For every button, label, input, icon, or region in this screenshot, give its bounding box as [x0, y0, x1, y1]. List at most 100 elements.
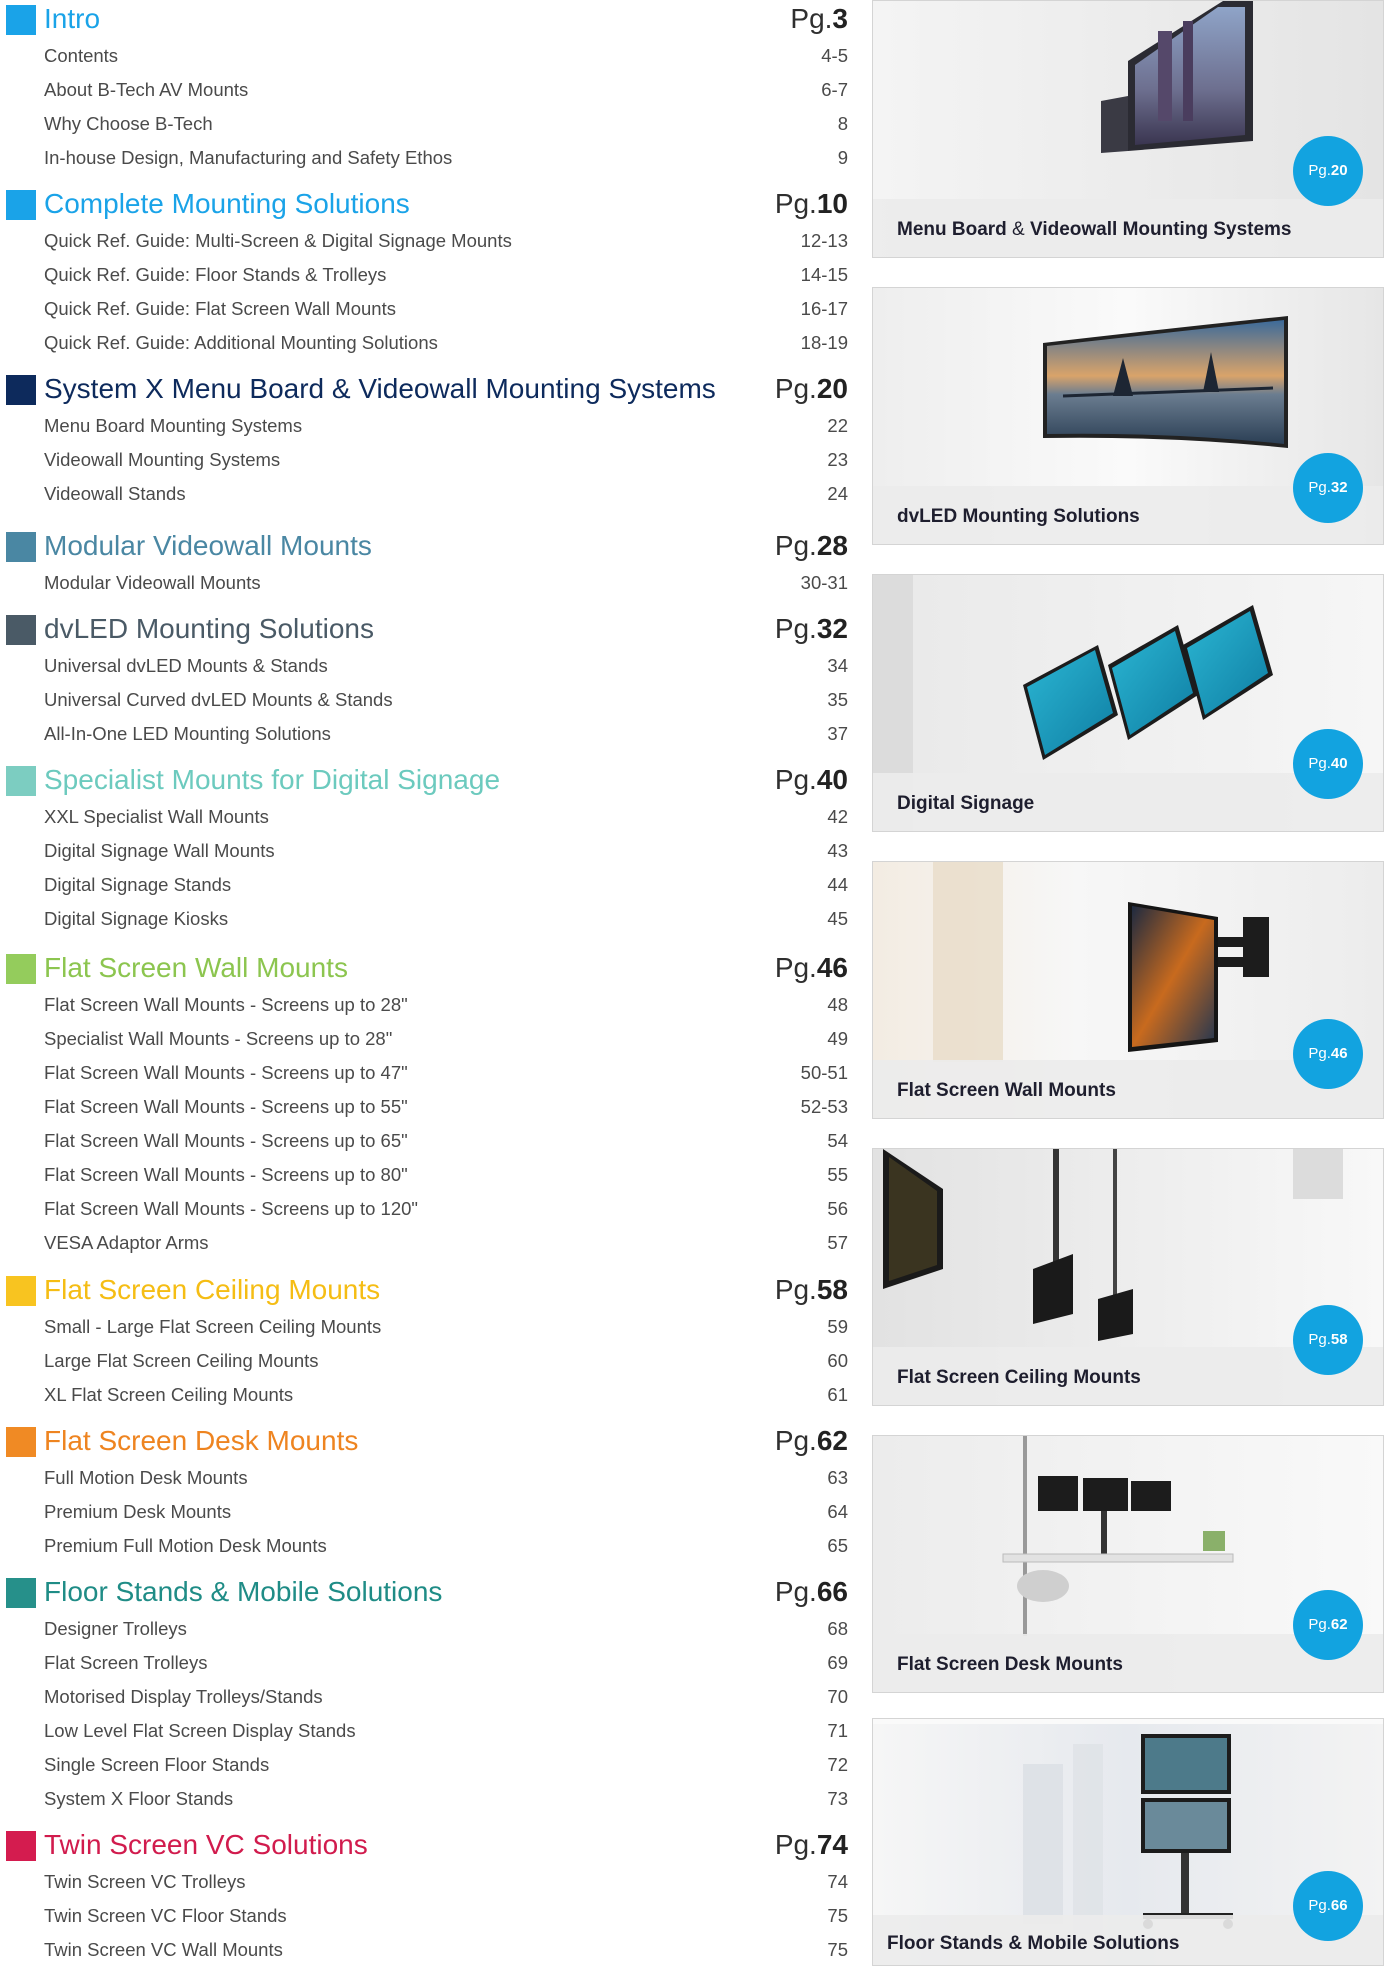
toc-entry[interactable]: Flat Screen Wall Mounts - Screens up to … — [0, 1089, 850, 1123]
toc-entry[interactable]: Flat Screen Wall Mounts - Screens up to … — [0, 1157, 850, 1191]
toc-entry[interactable]: In-house Design, Manufacturing and Safet… — [0, 140, 850, 174]
toc-entry[interactable]: Quick Ref. Guide: Multi-Screen & Digital… — [0, 223, 850, 257]
section-title[interactable]: Flat Screen Wall Mounts — [44, 951, 348, 985]
toc-entry-label[interactable]: Flat Screen Wall Mounts - Screens up to … — [44, 1130, 408, 1152]
toc-entry-label[interactable]: Universal dvLED Mounts & Stands — [44, 655, 328, 677]
toc-entry[interactable]: Quick Ref. Guide: Additional Mounting So… — [0, 325, 850, 359]
card-flat-screen-desk-mounts[interactable]: Flat Screen Desk Mounts Pg.62 — [872, 1435, 1384, 1693]
toc-entry[interactable]: Videowall Mounting Systems 23 — [0, 442, 850, 476]
toc-entry[interactable]: Universal Curved dvLED Mounts & Stands 35 — [0, 682, 850, 716]
toc-entry[interactable]: Flat Screen Wall Mounts - Screens up to … — [0, 1055, 850, 1089]
toc-entry-label[interactable]: Flat Screen Trolleys — [44, 1652, 207, 1674]
toc-section-heading[interactable]: Modular Videowall Mounts Pg.28 — [0, 527, 850, 565]
toc-entry-label[interactable]: Quick Ref. Guide: Additional Mounting So… — [44, 332, 438, 354]
toc-entry[interactable]: Small - Large Flat Screen Ceiling Mounts… — [0, 1309, 850, 1343]
section-title[interactable]: System X Menu Board & Videowall Mounting… — [44, 372, 716, 406]
toc-section-heading[interactable]: System X Menu Board & Videowall Mounting… — [0, 370, 850, 408]
toc-entry-label[interactable]: Quick Ref. Guide: Flat Screen Wall Mount… — [44, 298, 396, 320]
toc-entry-label[interactable]: Premium Full Motion Desk Mounts — [44, 1535, 327, 1557]
card-floor-stands-mobile[interactable]: Floor Stands & Mobile Solutions Pg.66 — [872, 1718, 1384, 1966]
toc-entry-label[interactable]: Menu Board Mounting Systems — [44, 415, 302, 437]
toc-section-heading[interactable]: Flat Screen Wall Mounts Pg.46 — [0, 949, 850, 987]
card-flat-screen-wall-mounts[interactable]: Flat Screen Wall Mounts Pg.46 — [872, 861, 1384, 1119]
page-badge[interactable]: Pg.20 — [1293, 136, 1363, 206]
toc-entry-label[interactable]: Twin Screen VC Floor Stands — [44, 1905, 287, 1927]
toc-section-heading[interactable]: Flat Screen Ceiling Mounts Pg.58 — [0, 1271, 850, 1309]
page-badge[interactable]: Pg.46 — [1293, 1019, 1363, 1089]
toc-entry[interactable]: Digital Signage Stands 44 — [0, 867, 850, 901]
toc-entry[interactable]: Large Flat Screen Ceiling Mounts 60 — [0, 1343, 850, 1377]
page-badge[interactable]: Pg.66 — [1293, 1871, 1363, 1941]
toc-entry[interactable]: Digital Signage Wall Mounts 43 — [0, 833, 850, 867]
section-title[interactable]: Flat Screen Ceiling Mounts — [44, 1273, 380, 1307]
toc-section-heading[interactable]: Complete Mounting Solutions Pg.10 — [0, 185, 850, 223]
toc-entry-label[interactable]: Why Choose B-Tech — [44, 113, 213, 135]
toc-entry[interactable]: Quick Ref. Guide: Floor Stands & Trolley… — [0, 257, 850, 291]
toc-entry-label[interactable]: All-In-One LED Mounting Solutions — [44, 723, 331, 745]
toc-entry-label[interactable]: Quick Ref. Guide: Floor Stands & Trolley… — [44, 264, 386, 286]
toc-entry-label[interactable]: Low Level Flat Screen Display Stands — [44, 1720, 356, 1742]
toc-entry[interactable]: Motorised Display Trolleys/Stands 70 — [0, 1679, 850, 1713]
toc-entry[interactable]: Specialist Wall Mounts - Screens up to 2… — [0, 1021, 850, 1055]
toc-entry[interactable]: Why Choose B-Tech 8 — [0, 106, 850, 140]
toc-entry-label[interactable]: Specialist Wall Mounts - Screens up to 2… — [44, 1028, 392, 1050]
toc-entry[interactable]: Full Motion Desk Mounts 63 — [0, 1460, 850, 1494]
toc-entry-label[interactable]: Videowall Mounting Systems — [44, 449, 280, 471]
toc-entry-label[interactable]: Twin Screen VC Trolleys — [44, 1871, 246, 1893]
toc-entry-label[interactable]: About B-Tech AV Mounts — [44, 79, 248, 101]
section-title[interactable]: Intro — [44, 2, 100, 36]
toc-entry[interactable]: Twin Screen VC Wall Mounts 75 — [0, 1932, 850, 1966]
toc-entry[interactable]: Twin Screen VC Floor Stands 75 — [0, 1898, 850, 1932]
toc-section-heading[interactable]: Twin Screen VC Solutions Pg.74 — [0, 1826, 850, 1864]
section-title[interactable]: dvLED Mounting Solutions — [44, 612, 374, 646]
toc-entry-label[interactable]: Full Motion Desk Mounts — [44, 1467, 248, 1489]
section-title[interactable]: Twin Screen VC Solutions — [44, 1828, 368, 1862]
toc-entry[interactable]: All-In-One LED Mounting Solutions 37 — [0, 716, 850, 750]
toc-entry[interactable]: Menu Board Mounting Systems 22 — [0, 408, 850, 442]
toc-section-heading[interactable]: Specialist Mounts for Digital Signage Pg.… — [0, 761, 850, 799]
toc-entry[interactable]: Flat Screen Trolleys 69 — [0, 1645, 850, 1679]
section-title[interactable]: Floor Stands & Mobile Solutions — [44, 1575, 442, 1609]
toc-entry-label[interactable]: Small - Large Flat Screen Ceiling Mounts — [44, 1316, 381, 1338]
card-dvled[interactable]: dvLED Mounting Solutions Pg.32 — [872, 287, 1384, 545]
toc-entry-label[interactable]: VESA Adaptor Arms — [44, 1232, 209, 1254]
page-badge[interactable]: Pg.58 — [1293, 1305, 1363, 1375]
toc-entry[interactable]: Flat Screen Wall Mounts - Screens up to … — [0, 1123, 850, 1157]
toc-entry[interactable]: Modular Videowall Mounts 30-31 — [0, 565, 850, 599]
toc-entry[interactable]: Videowall Stands 24 — [0, 476, 850, 510]
section-title[interactable]: Flat Screen Desk Mounts — [44, 1424, 358, 1458]
toc-entry[interactable]: Universal dvLED Mounts & Stands 34 — [0, 648, 850, 682]
toc-entry-label[interactable]: XXL Specialist Wall Mounts — [44, 806, 269, 828]
toc-entry-label[interactable]: Twin Screen VC Wall Mounts — [44, 1939, 283, 1961]
toc-entry-label[interactable]: Single Screen Floor Stands — [44, 1754, 269, 1776]
card-digital-signage[interactable]: Digital Signage Pg.40 — [872, 574, 1384, 832]
toc-entry-label[interactable]: Digital Signage Kiosks — [44, 908, 228, 930]
toc-entry-label[interactable]: XL Flat Screen Ceiling Mounts — [44, 1384, 293, 1406]
toc-entry[interactable]: Digital Signage Kiosks 45 — [0, 901, 850, 935]
toc-entry[interactable]: VESA Adaptor Arms 57 — [0, 1225, 850, 1259]
toc-entry-label[interactable]: Contents — [44, 45, 118, 67]
toc-entry-label[interactable]: Large Flat Screen Ceiling Mounts — [44, 1350, 319, 1372]
toc-section-heading[interactable]: Intro Pg.3 — [0, 0, 850, 38]
toc-entry-label[interactable]: Digital Signage Stands — [44, 874, 231, 896]
toc-section-heading[interactable]: dvLED Mounting Solutions Pg.32 — [0, 610, 850, 648]
toc-entry[interactable]: Flat Screen Wall Mounts - Screens up to … — [0, 1191, 850, 1225]
toc-entry-label[interactable]: Motorised Display Trolleys/Stands — [44, 1686, 323, 1708]
section-title[interactable]: Specialist Mounts for Digital Signage — [44, 763, 500, 797]
toc-entry[interactable]: Contents 4-5 — [0, 38, 850, 72]
toc-entry-label[interactable]: Digital Signage Wall Mounts — [44, 840, 275, 862]
toc-entry-label[interactable]: Universal Curved dvLED Mounts & Stands — [44, 689, 393, 711]
toc-entry-label[interactable]: Flat Screen Wall Mounts - Screens up to … — [44, 1164, 408, 1186]
toc-entry-label[interactable]: Flat Screen Wall Mounts - Screens up to … — [44, 994, 408, 1016]
card-flat-screen-ceiling-mounts[interactable]: Flat Screen Ceiling Mounts Pg.58 — [872, 1148, 1384, 1406]
card-menu-board-videowall[interactable]: Menu Board & Videowall Mounting Systems … — [872, 0, 1384, 258]
toc-entry[interactable]: About B-Tech AV Mounts 6-7 — [0, 72, 850, 106]
toc-section-heading[interactable]: Floor Stands & Mobile Solutions Pg.66 — [0, 1573, 850, 1611]
toc-entry[interactable]: Low Level Flat Screen Display Stands 71 — [0, 1713, 850, 1747]
toc-entry[interactable]: Quick Ref. Guide: Flat Screen Wall Mount… — [0, 291, 850, 325]
page-badge[interactable]: Pg.62 — [1293, 1590, 1363, 1660]
toc-entry-label[interactable]: Designer Trolleys — [44, 1618, 187, 1640]
toc-entry[interactable]: Premium Full Motion Desk Mounts 65 — [0, 1528, 850, 1562]
toc-entry[interactable]: XL Flat Screen Ceiling Mounts 61 — [0, 1377, 850, 1411]
toc-entry-label[interactable]: Modular Videowall Mounts — [44, 572, 261, 594]
